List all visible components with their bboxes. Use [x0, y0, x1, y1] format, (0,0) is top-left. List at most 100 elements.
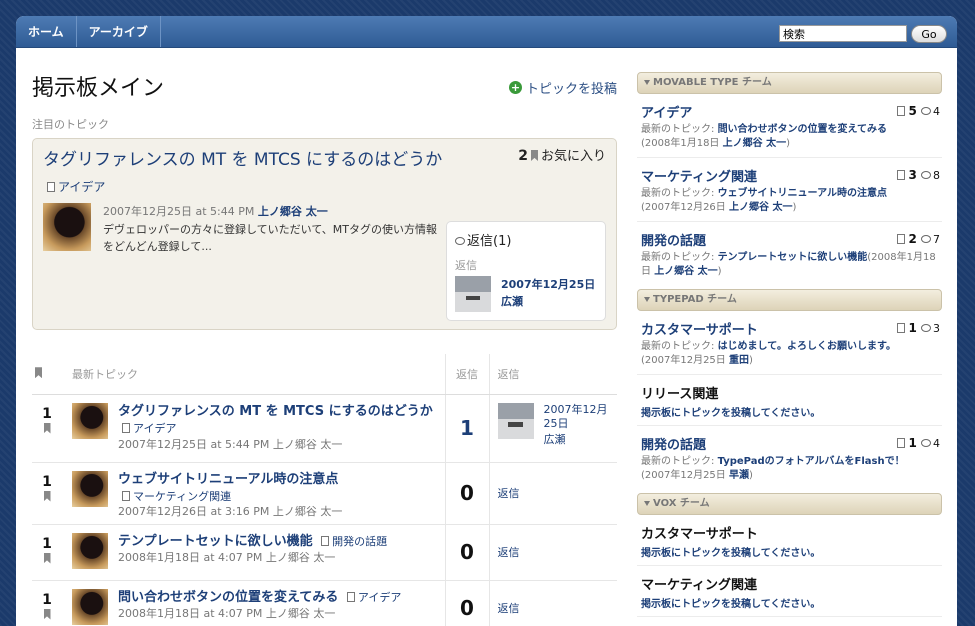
comment-icon: [921, 171, 931, 179]
add-icon: +: [508, 81, 522, 94]
latest-author-link[interactable]: 上ノ郷谷 太一: [723, 138, 786, 149]
avatar[interactable]: [43, 203, 91, 251]
featured-topic: タグリファレンスの MT を MTCS にするのはどうか アイデア 2 お気に入り…: [32, 138, 617, 330]
forum-item: アイデア 5 4 最新のトピック: 問い合わせボタンの位置を変えてみる (2008…: [637, 94, 942, 158]
comment-icon: [921, 324, 931, 332]
latest-topic-link[interactable]: ウェブサイトリニューアル時の注意点: [718, 188, 888, 199]
forum-counts: 5 4: [893, 104, 940, 118]
row-title[interactable]: タグリファレンスの MT を MTCS にするのはどうか: [118, 404, 433, 419]
reply-count[interactable]: 返信(1): [455, 230, 597, 249]
forum-counts: 2 7: [893, 232, 940, 246]
latest-author-link[interactable]: 重田: [729, 355, 749, 366]
latest-author-link[interactable]: 早瀬: [729, 470, 749, 481]
forum-counts: 3 8: [893, 168, 940, 182]
reply-date-link[interactable]: 2007年12月25日: [501, 276, 595, 293]
search-input[interactable]: [779, 25, 907, 42]
forum-latest: 最新のトピック: TypePadのフォトアルバムをFlashで！ (2007年12…: [641, 456, 905, 481]
panel-header-vox[interactable]: VOX チーム: [637, 493, 942, 515]
row-category[interactable]: マーケティング関連: [62, 488, 445, 504]
row-topic: テンプレートセットに欲しい機能 開発の話題 2008年1月18日 at 4:07…: [62, 524, 445, 581]
row-reply-link[interactable]: 返信: [489, 462, 617, 525]
document-icon: [897, 106, 906, 116]
row-title[interactable]: 問い合わせボタンの位置を変えてみる: [118, 590, 338, 605]
forum-latest: 最新のトピック: テンプレートセットに欲しい機能(2008年1月18日 上ノ郷谷…: [641, 252, 936, 277]
collapse-triangle-icon: [644, 80, 650, 85]
featured-meta: 2007年12月25日 at 5:44 PM 上ノ郷谷 太一: [103, 203, 328, 219]
latest-column-header: 最新トピック: [62, 354, 445, 395]
latest-topic-link[interactable]: テンプレートセットに欲しい機能: [718, 252, 868, 263]
forum-item: カスタマーサポート 1 3 最新のトピック: はじめまして。よろしくお願いします…: [637, 311, 942, 375]
avatar[interactable]: [72, 588, 108, 625]
forum-latest: 最新のトピック: ウェブサイトリニューアル時の注意点 (2007年12月26日 上…: [641, 188, 888, 213]
reply-thumbnail[interactable]: [497, 402, 534, 439]
comment-icon: [921, 235, 931, 243]
row-topic: ウェブサイトリニューアル時の注意点 マーケティング関連 2007年12月26日 …: [62, 462, 445, 525]
latest-author-link[interactable]: 上ノ郷谷 太一: [654, 266, 717, 277]
row-meta: 2007年12月25日 at 5:44 PM 上ノ郷谷 太一: [118, 437, 343, 451]
featured-favorites[interactable]: 2 お気に入り: [518, 145, 606, 164]
post-topic-prompt-link[interactable]: 掲示板にトピックを投稿してください。: [641, 595, 938, 610]
forum-counts: 1 3: [893, 321, 940, 335]
post-topic-prompt-link[interactable]: 掲示板にトピックを投稿してください。: [641, 544, 938, 559]
forum-item: カスタマーサポート 掲示板にトピックを投稿してください。: [637, 515, 942, 566]
collapse-triangle-icon: [644, 297, 650, 302]
document-icon: [346, 591, 355, 602]
comment-icon: [455, 237, 465, 245]
row-favorites[interactable]: 1: [32, 524, 62, 581]
app-window: ホーム アーカイブ Go 掲示板メイン + トピックを投稿 注目のトピック タグ…: [16, 16, 957, 626]
featured-reply-box: 返信(1) 返信 2007年12月25日 広瀬: [446, 221, 606, 321]
row-reply-date[interactable]: 2007年12月25日: [544, 403, 614, 431]
featured-label: 注目のトピック: [32, 118, 109, 131]
row-category[interactable]: 開発の話題: [317, 535, 387, 548]
nav-home[interactable]: ホーム: [16, 16, 77, 47]
featured-date: 2007年12月25日 at 5:44 PM: [103, 205, 255, 218]
search-area: Go: [779, 25, 947, 43]
featured-category[interactable]: アイデア: [43, 180, 105, 194]
row-favorites[interactable]: 1: [32, 580, 62, 626]
sidebar: MOVABLE TYPE チーム アイデア 5 4 最新のトピック: 問い合わせ…: [637, 72, 942, 617]
bookmark-icon: [43, 552, 51, 564]
avatar[interactable]: [72, 470, 108, 507]
row-reply-link[interactable]: 返信: [489, 524, 617, 581]
row-favorites[interactable]: 1: [32, 462, 62, 525]
search-go-button[interactable]: Go: [911, 25, 947, 43]
post-topic-label: トピックを投稿: [525, 82, 617, 97]
avatar[interactable]: [72, 532, 108, 569]
row-favorites[interactable]: 1: [32, 394, 62, 463]
forum-counts: 1 4: [893, 436, 940, 450]
panel-header-movable-type[interactable]: MOVABLE TYPE チーム: [637, 72, 942, 94]
post-topic-prompt-link[interactable]: 掲示板にトピックを投稿してください。: [641, 404, 938, 419]
reply-thumbnail[interactable]: [455, 276, 491, 312]
latest-topic-link[interactable]: はじめまして。よろしくお願いします。: [718, 341, 896, 352]
row-reply-link[interactable]: 返信: [489, 580, 617, 626]
row-title[interactable]: テンプレートセットに欲しい機能: [118, 534, 313, 549]
latest-author-link[interactable]: 上ノ郷谷 太一: [729, 202, 792, 213]
forum-title: マーケティング関連: [641, 578, 757, 593]
document-icon: [897, 438, 906, 448]
row-title-block: 問い合わせボタンの位置を変えてみる アイデア: [62, 581, 445, 606]
row-last-reply: 2007年12月25日 広瀬: [489, 394, 618, 463]
table-row: 1 テンプレートセットに欲しい機能 開発の話題 2008年1月18日 at 4:…: [32, 524, 617, 581]
row-title[interactable]: ウェブサイトリニューアル時の注意点: [62, 463, 445, 488]
row-meta: 2008年1月18日 at 4:07 PM 上ノ郷谷 太一: [118, 550, 336, 564]
featured-title[interactable]: タグリファレンスの MT を MTCS にするのはどうか: [43, 150, 442, 170]
row-reply-author[interactable]: 広瀬: [544, 431, 618, 447]
latest-topic-link[interactable]: 問い合わせボタンの位置を変えてみる: [718, 124, 888, 135]
panel-header-typepad[interactable]: TYPEPAD チーム: [637, 289, 942, 311]
top-nav: ホーム アーカイブ Go: [16, 16, 957, 48]
fav-column-header: [32, 354, 62, 395]
document-icon: [47, 182, 55, 192]
post-topic-link[interactable]: + トピックを投稿: [508, 78, 617, 97]
document-icon: [122, 490, 130, 501]
reply-sublabel: 返信: [455, 259, 477, 272]
reply-author-link[interactable]: 広瀬: [501, 293, 595, 310]
nav-archive[interactable]: アーカイブ: [77, 16, 161, 47]
forum-latest: 最新のトピック: 問い合わせボタンの位置を変えてみる (2008年1月18日 上ノ…: [641, 124, 888, 149]
featured-author-link[interactable]: 上ノ郷谷 太一: [258, 205, 328, 218]
row-category[interactable]: アイデア: [118, 422, 176, 435]
avatar[interactable]: [72, 402, 108, 439]
row-reply-count: 0: [444, 462, 490, 525]
latest-topic-link[interactable]: TypePadのフォトアルバムをFlashで！: [718, 456, 905, 467]
row-category[interactable]: アイデア: [343, 591, 401, 604]
document-icon: [897, 323, 906, 333]
